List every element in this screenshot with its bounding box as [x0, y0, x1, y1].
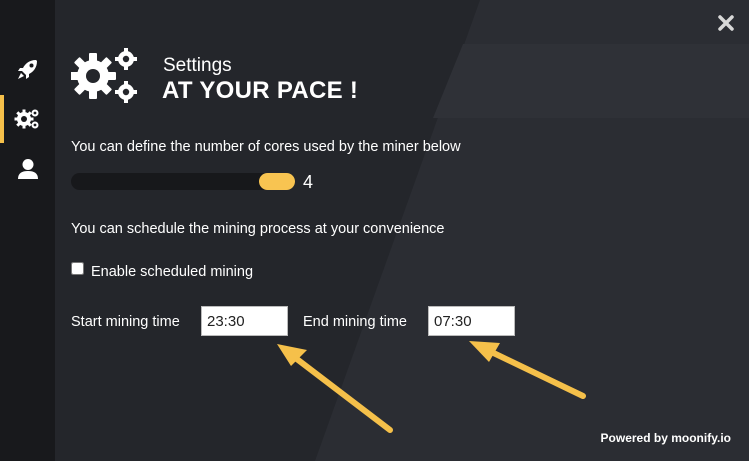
- sidebar: [0, 0, 55, 461]
- end-time-label: End mining time: [303, 314, 407, 330]
- schedule-checkbox[interactable]: [71, 262, 84, 275]
- close-icon: [718, 15, 734, 31]
- header-gears-icon: [70, 47, 141, 110]
- gears-icon: [14, 109, 38, 129]
- page-subtitle: AT YOUR PACE !: [162, 77, 359, 104]
- cores-description: You can define the number of cores used …: [71, 139, 461, 155]
- sidebar-item-rocket[interactable]: [0, 45, 55, 93]
- end-time-input[interactable]: [428, 306, 515, 336]
- rocket-icon: [17, 60, 37, 79]
- page-title: Settings: [163, 55, 232, 76]
- settings-panel: Settings AT YOUR PACE ! You can define t…: [55, 0, 749, 461]
- cores-slider-thumb[interactable]: [259, 173, 295, 190]
- close-button[interactable]: [717, 14, 735, 32]
- start-time-input[interactable]: [201, 306, 288, 336]
- user-icon: [17, 159, 38, 179]
- sidebar-item-account[interactable]: [0, 145, 55, 193]
- sidebar-item-settings[interactable]: [0, 95, 55, 143]
- schedule-description: You can schedule the mining process at y…: [71, 221, 445, 237]
- powered-by-text: Powered by moonify.io: [600, 431, 731, 445]
- start-time-label: Start mining time: [71, 314, 180, 330]
- schedule-checkbox-label: Enable scheduled mining: [91, 264, 254, 280]
- cores-value: 4: [303, 172, 314, 192]
